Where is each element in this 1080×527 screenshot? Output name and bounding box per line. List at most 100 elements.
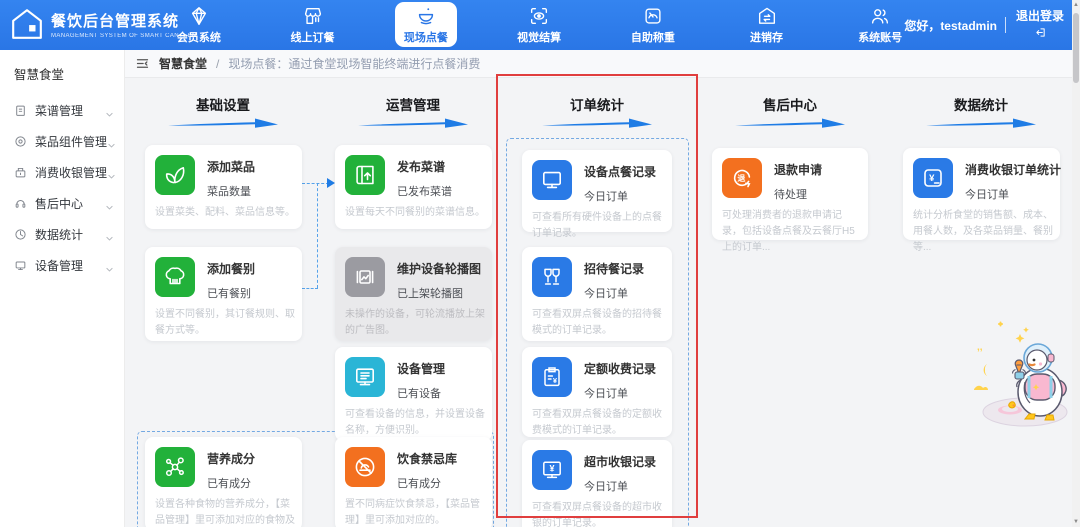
card-title: 定额收费记录	[584, 360, 656, 377]
header-underline-swoosh	[734, 117, 846, 128]
card-subtitle: 今日订单	[965, 186, 1009, 202]
nav-item-self-weigh[interactable]: 自助称重	[596, 0, 710, 50]
logout-button[interactable]: 退出登录	[1014, 8, 1066, 42]
card-title: 超市收银记录	[584, 453, 656, 470]
card-subtitle: 今日订单	[584, 478, 628, 494]
svg-text:¥: ¥	[549, 464, 554, 474]
breadcrumb-separator: /	[216, 57, 219, 71]
card-add-dish[interactable]: 添加菜品 菜品数量 设置菜类、配料、菜品信息等。	[145, 145, 302, 229]
card-nutrition[interactable]: 营养成分 已有成分 设置各种食物的营养成分，【菜品管理】里可添加对应的食物及分.…	[145, 437, 302, 527]
chevron-down-icon	[107, 137, 116, 146]
collapse-sidebar-icon[interactable]	[135, 56, 150, 71]
card-title: 营养成分	[207, 450, 255, 467]
dine-bowl-icon	[415, 5, 437, 27]
card-desc: 未操作的设备，可轮流播放上架的广告图。	[345, 307, 485, 339]
chevron-down-icon	[105, 106, 114, 115]
top-navbar: 餐饮后台管理系统 MANAGEMENT SYSTEM OF SMART CANT…	[0, 0, 1080, 50]
scroll-up-arrow[interactable]: ▲	[1072, 2, 1080, 8]
sidebar-item-dish-components[interactable]: 菜品组件管理	[0, 126, 124, 157]
section-header-data-stats: 数据统计	[886, 94, 1076, 128]
card-desc: 可查看双屏点餐设备的招待餐模式的订单记录。	[532, 307, 665, 339]
card-title: 退款申请	[774, 161, 822, 178]
card-desc: 设置每天不同餐别的菜谱信息。	[345, 205, 485, 221]
food-taboo-icon	[345, 447, 385, 487]
device-list-icon	[345, 357, 385, 397]
left-sidebar: 智慧食堂 菜谱管理 菜品组件管理 消费收银管理 售后中心 数据统计	[0, 50, 125, 527]
goblets-icon	[532, 257, 572, 297]
card-cashier-order-stats[interactable]: ¥ 消费收银订单统计 今日订单 统计分析食堂的销售额、成本、用餐人数，及各菜品销…	[903, 148, 1060, 240]
chevron-down-icon	[107, 168, 116, 177]
sidebar-item-aftersales[interactable]: 售后中心	[0, 188, 124, 219]
stats-clock-icon	[14, 228, 27, 241]
nav-item-inventory[interactable]: 进销存	[710, 0, 824, 50]
card-refund-request[interactable]: 退 退款申请 待处理 可处理消费者的退款申请记录，包括设备点餐及云餐厅H5上的订…	[712, 148, 868, 240]
canteen-logo-icon	[10, 7, 44, 41]
monitor-yen-icon: ¥	[532, 450, 572, 490]
nav-item-online-order[interactable]: 线上订餐	[256, 0, 370, 50]
yen-card-icon: ¥	[913, 158, 953, 198]
svg-text:¥: ¥	[929, 173, 935, 184]
carousel-image-icon	[345, 257, 385, 297]
scroll-down-arrow[interactable]: ▼	[1072, 519, 1080, 525]
card-title: 维护设备轮播图	[397, 260, 481, 277]
card-title: 招待餐记录	[584, 260, 644, 277]
scrollbar-thumb[interactable]	[1073, 13, 1079, 83]
breadcrumb-root[interactable]: 智慧食堂	[159, 55, 207, 72]
sidebar-item-menu-manage[interactable]: 菜谱管理	[0, 95, 124, 126]
menu-doc-icon	[14, 104, 27, 117]
user-area: 您好，testadmin 退出登录	[904, 0, 1066, 50]
card-subtitle: 已有成分	[397, 475, 441, 491]
card-device-carousel[interactable]: 维护设备轮播图 已上架轮播图 未操作的设备，可轮流播放上架的广告图。	[335, 247, 492, 341]
connector-line	[302, 183, 329, 184]
card-title: 消费收银订单统计	[965, 161, 1061, 178]
monitor-icon	[532, 160, 572, 200]
header-underline-swoosh	[167, 117, 279, 128]
card-subtitle: 已有餐别	[207, 285, 251, 301]
nav-item-member-system[interactable]: 会员系统	[142, 0, 256, 50]
nav-item-onsite-order[interactable]: 现场点餐	[369, 0, 482, 50]
card-desc: 可处理消费者的退款申请记录，包括设备点餐及云餐厅H5上的订单...	[722, 208, 861, 257]
device-monitor-icon	[14, 259, 27, 272]
card-device-manage[interactable]: 设备管理 已有设备 可查看设备的信息，并设置设备名称，方便识别。	[335, 347, 492, 441]
window-scrollbar[interactable]: ▲ ▼	[1072, 0, 1080, 527]
card-food-taboo[interactable]: 饮食禁忌库 已有成分 置不同病症饮食禁忌，【菜品管理】里可添加对应的。	[335, 437, 492, 527]
chevron-down-icon	[105, 261, 114, 270]
logout-icon	[1035, 27, 1046, 38]
nav-item-vision-settle[interactable]: 视觉结算	[482, 0, 596, 50]
card-desc: 可查看双屏点餐设备的定额收费模式的订单记录。	[532, 407, 665, 439]
main-content: 智慧食堂 / 现场点餐：通过食堂现场智能终端进行点餐消费 基础设置 运营管理 订…	[125, 50, 1080, 527]
divider	[1005, 17, 1006, 33]
card-fixed-fee-record[interactable]: ¥ 定额收费记录 今日订单 可查看双屏点餐设备的定额收费模式的订单记录。	[522, 347, 672, 437]
card-title: 饮食禁忌库	[397, 450, 457, 467]
card-hospitality-record[interactable]: 招待餐记录 今日订单 可查看双屏点餐设备的招待餐模式的订单记录。	[522, 247, 672, 341]
inventory-icon	[756, 5, 778, 27]
chevron-down-icon	[105, 199, 114, 208]
card-subtitle: 已上架轮播图	[397, 285, 463, 301]
chevron-down-icon	[105, 230, 114, 239]
mascot-illustration: ,,	[963, 318, 1080, 430]
card-supermarket-cashier-record[interactable]: ¥ 超市收银记录 今日订单 可查看双屏点餐设备的超市收银的订单记录。	[522, 440, 672, 527]
card-desc: 设置菜类、配料、菜品信息等。	[155, 205, 295, 221]
primary-nav: 会员系统 线上订餐 现场点餐 视觉结算	[142, 0, 937, 50]
connector-line	[317, 183, 318, 288]
card-add-meal-type[interactable]: 添加餐别 已有餐别 设置不同餐别，其订餐规则、取餐方式等。	[145, 247, 302, 341]
sidebar-item-cashier-manage[interactable]: 消费收银管理	[0, 157, 124, 188]
sidebar-title: 智慧食堂	[0, 50, 124, 95]
breadcrumb-current: 现场点餐：通过食堂现场智能终端进行点餐消费	[228, 55, 480, 72]
chef-hat-icon	[155, 257, 195, 297]
card-publish-menu[interactable]: 发布菜谱 已发布菜谱 设置每天不同餐别的菜谱信息。	[335, 145, 492, 229]
card-device-order-record[interactable]: 设备点餐记录 今日订单 可查看所有硬件设备上的点餐订单记录。	[522, 150, 672, 232]
section-header-basic-setup: 基础设置	[128, 94, 318, 128]
card-subtitle: 今日订单	[584, 285, 628, 301]
vegetable-icon	[155, 155, 195, 195]
sidebar-item-device-manage[interactable]: 设备管理	[0, 250, 124, 281]
svg-text:退: 退	[737, 174, 745, 183]
scale-icon	[642, 5, 664, 27]
connector-line	[302, 288, 318, 289]
sidebar-item-data-stats[interactable]: 数据统计	[0, 219, 124, 250]
nutrition-molecule-icon	[155, 447, 195, 487]
card-desc: 置不同病症饮食禁忌，【菜品管理】里可添加对应的。	[345, 497, 485, 527]
card-subtitle: 菜品数量	[207, 183, 251, 199]
header-underline-swoosh	[925, 117, 1037, 128]
card-title: 添加餐别	[207, 260, 255, 277]
